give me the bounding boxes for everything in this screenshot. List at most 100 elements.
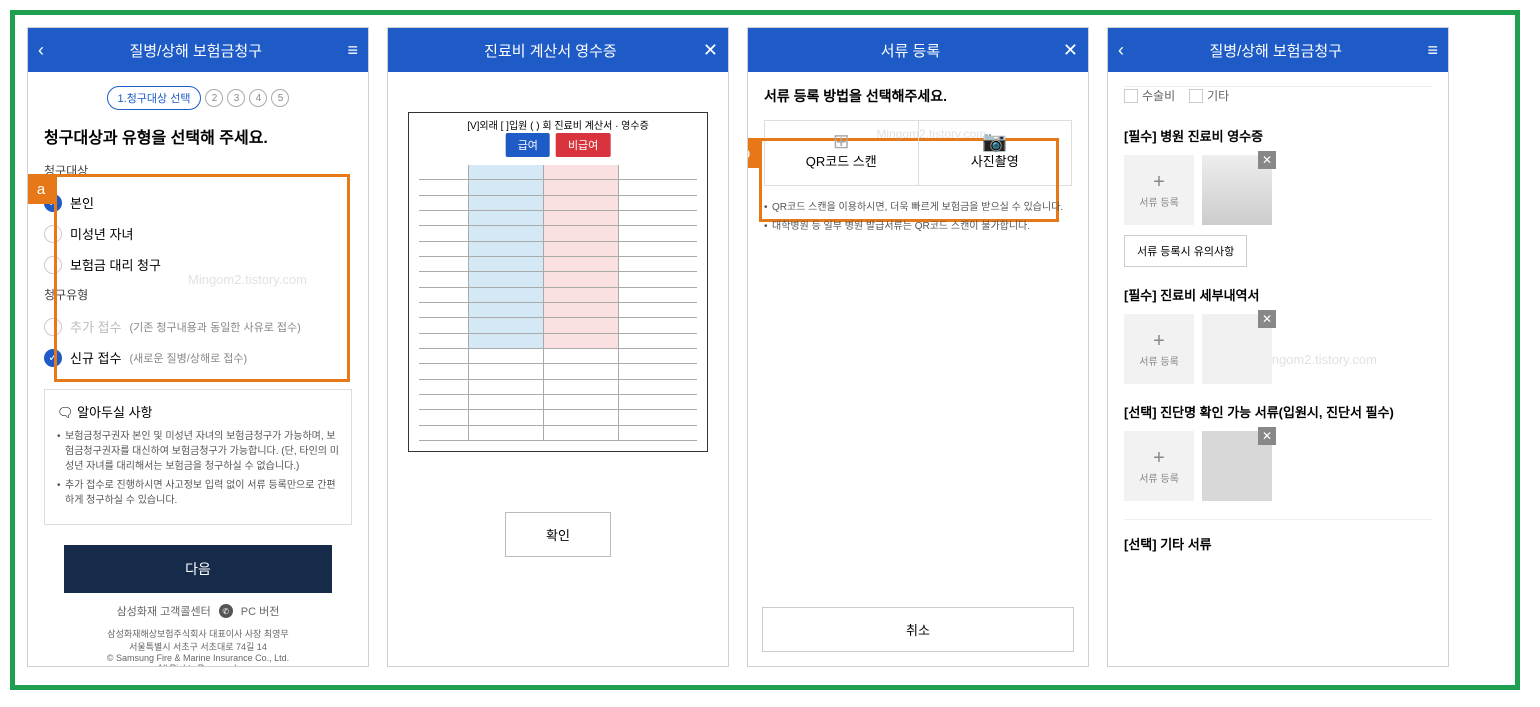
camera-icon: 📷 <box>982 129 1007 154</box>
checkbox-label: 수술비 <box>1142 87 1175 104</box>
section-detail-required: [필수] 진료비 세부내역서 <box>1124 285 1432 304</box>
close-icon[interactable]: ✕ <box>703 40 718 61</box>
note: QR코드 스캔을 이용하시면, 더욱 빠르게 보험금을 받으실 수 있습니다. <box>764 200 1072 216</box>
close-icon[interactable]: ✕ <box>1063 40 1078 61</box>
checkbox-etc[interactable]: 기타 <box>1189 87 1229 104</box>
radio-self[interactable]: 본인 <box>44 187 352 218</box>
footer: 삼성화재 고객콜센터 ✆ PC 버전 삼성화재해상보험주식회사 대표이사 사장 … <box>44 593 352 666</box>
delete-icon[interactable]: ✕ <box>1258 427 1276 445</box>
delete-icon[interactable]: ✕ <box>1258 151 1276 169</box>
info-item: 보험금청구권자 본인 및 미성년 자녀의 보험금청구가 가능하며, 보험금청구권… <box>57 429 339 474</box>
radio-icon-checked <box>44 349 62 367</box>
page-title: 질병/상해 보험금청구 <box>44 40 347 61</box>
titlebar: ‹ 질병/상해 보험금청구 ≡ <box>28 28 368 72</box>
page-title: 진료비 계산서 영수증 <box>398 40 703 61</box>
next-button[interactable]: 다음 <box>64 545 332 593</box>
add-document-button[interactable]: + 서류 등록 <box>1124 431 1194 501</box>
group-label-target: 청구대상 <box>44 162 352 179</box>
info-title: 🗨 알아두실 사항 <box>57 402 339 421</box>
radio-sublabel: (새로운 질병/상해로 접수) <box>129 350 247 366</box>
checkbox-icon <box>1124 89 1138 103</box>
heading: 서류 등록 방법을 선택해주세요. <box>764 86 1072 106</box>
radio-icon <box>44 256 62 274</box>
category-pills: 급여 비급여 <box>506 133 611 157</box>
footer-pc-link[interactable]: PC 버전 <box>241 603 280 619</box>
radio-sublabel: (기존 청구내용과 동일한 사유로 접수) <box>129 319 300 335</box>
menu-icon[interactable]: ≡ <box>1427 40 1438 61</box>
phone-icon: ✆ <box>219 604 233 618</box>
notes-button[interactable]: 서류 등록시 유의사항 <box>1124 235 1247 267</box>
radio-proxy[interactable]: 보험금 대리 청구 <box>44 249 352 280</box>
cancel-button[interactable]: 취소 <box>762 607 1074 652</box>
thumb-row: + 서류 등록 ✕ <box>1124 314 1432 384</box>
footer-line: All Rights Reserved. <box>44 663 352 666</box>
radio-label: 본인 <box>70 193 94 212</box>
radio-new[interactable]: 신규 접수 (새로운 질병/상해로 접수) <box>44 342 352 373</box>
info-item: 추가 접수로 진행하시면 사고정보 입력 없이 서류 등록만으로 간편하게 청구… <box>57 478 339 508</box>
content: 1.청구대상 선택 2 3 4 5 청구대상과 유형을 선택해 주세요. a 청… <box>28 72 368 666</box>
screen-receipt-preview: 진료비 계산서 영수증 ✕ [V]외래 [ ]입원 ( ) 회 진료비 계산서 … <box>387 27 729 667</box>
section-etc-optional: [선택] 기타 서류 <box>1124 519 1432 553</box>
checkbox-row: 수술비 기타 <box>1124 86 1432 108</box>
footer-callcenter[interactable]: 삼성화재 고객콜센터 <box>117 603 211 619</box>
receipt-table <box>419 165 697 441</box>
page-title: 서류 등록 <box>758 40 1063 61</box>
menu-icon[interactable]: ≡ <box>347 40 358 61</box>
step-5: 5 <box>271 89 289 107</box>
radio-label: 보험금 대리 청구 <box>70 255 161 274</box>
step-4: 4 <box>249 89 267 107</box>
pill-covered: 급여 <box>506 133 550 157</box>
document-thumbnail[interactable]: ✕ <box>1202 314 1272 384</box>
heading: 청구대상과 유형을 선택해 주세요. <box>44 124 352 148</box>
section-diagnosis-optional: [선택] 진단명 확인 가능 서류(입원시, 진단서 필수) <box>1124 402 1432 421</box>
checkbox-icon <box>1189 89 1203 103</box>
delete-icon[interactable]: ✕ <box>1258 310 1276 328</box>
checkbox-surgery[interactable]: 수술비 <box>1124 87 1175 104</box>
document-thumbnail[interactable]: ✕ <box>1202 431 1272 501</box>
confirm-button[interactable]: 확인 <box>505 512 611 557</box>
add-label: 서류 등록 <box>1139 194 1179 209</box>
titlebar: 서류 등록 ✕ <box>748 28 1088 72</box>
radio-icon <box>44 225 62 243</box>
radio-icon <box>44 318 62 336</box>
content: 서류 등록 방법을 선택해주세요. b ⊞ Mingom2.tistory.co… <box>748 72 1088 607</box>
info-box: 🗨 알아두실 사항 보험금청구권자 본인 및 미성년 자녀의 보험금청구가 가능… <box>44 389 352 525</box>
titlebar: 진료비 계산서 영수증 ✕ <box>388 28 728 72</box>
screen-claim-type: ‹ 질병/상해 보험금청구 ≡ 1.청구대상 선택 2 3 4 5 청구대상과 … <box>27 27 369 667</box>
add-label: 서류 등록 <box>1139 470 1179 485</box>
option-label: QR코드 스캔 <box>806 154 877 169</box>
radio-label: 신규 접수 <box>70 348 121 367</box>
section-receipt-required: [필수] 병원 진료비 영수증 <box>1124 126 1432 145</box>
receipt-document: [V]외래 [ ]입원 ( ) 회 진료비 계산서 · 영수증 급여 비급여 M… <box>408 112 708 452</box>
instruction-frame: ‹ 질병/상해 보험금청구 ≡ 1.청구대상 선택 2 3 4 5 청구대상과 … <box>10 10 1520 690</box>
option-photo[interactable]: 📷 사진촬영 <box>918 121 1072 185</box>
add-document-button[interactable]: + 서류 등록 <box>1124 314 1194 384</box>
option-qr-scan[interactable]: ⊞ Mingom2.tistory.com QR코드 스캔 <box>765 121 918 185</box>
footer-line: 서울특별시 서초구 서초대로 74길 14 <box>44 640 352 653</box>
group-label-type: 청구유형 <box>44 286 352 303</box>
plus-icon: + <box>1153 330 1165 353</box>
radio-label: 미성년 자녀 <box>70 224 133 243</box>
pill-noncovered: 비급여 <box>556 133 610 157</box>
page-title: 질병/상해 보험금청구 <box>1124 40 1427 61</box>
screen-doc-register: 서류 등록 ✕ 서류 등록 방법을 선택해주세요. b ⊞ Mingom2.ti… <box>747 27 1089 667</box>
callout-badge-b: b <box>748 138 761 168</box>
thumb-row: + 서류 등록 ✕ <box>1124 431 1432 501</box>
receipt-title: [V]외래 [ ]입원 ( ) 회 진료비 계산서 · 영수증 <box>413 117 703 132</box>
document-thumbnail[interactable]: ✕ <box>1202 155 1272 225</box>
radio-minor[interactable]: 미성년 자녀 <box>44 218 352 249</box>
button-row: 확인 <box>388 492 728 577</box>
add-document-button[interactable]: + 서류 등록 <box>1124 155 1194 225</box>
screen-doc-list: ‹ 질병/상해 보험금청구 ≡ 수술비 기타 [필수] 병원 진료비 영수증 +… <box>1107 27 1449 667</box>
callout-badge-a: a <box>28 174 56 204</box>
content: [V]외래 [ ]입원 ( ) 회 진료비 계산서 · 영수증 급여 비급여 M… <box>388 72 728 666</box>
thumb-row: + 서류 등록 ✕ <box>1124 155 1432 225</box>
content: 수술비 기타 [필수] 병원 진료비 영수증 + 서류 등록 ✕ 서류 등록시 … <box>1108 72 1448 666</box>
note: 대학병원 등 일부 병원 발급서류는 QR코드 스캔이 불가합니다. <box>764 219 1072 235</box>
radio-label: 추가 접수 <box>70 317 121 336</box>
plus-icon: + <box>1153 447 1165 470</box>
qr-icon: ⊞ <box>833 129 850 154</box>
radio-additional[interactable]: 추가 접수 (기존 청구내용과 동일한 사유로 접수) <box>44 311 352 342</box>
checkbox-label: 기타 <box>1207 87 1229 104</box>
footer-line: 삼성화재해상보험주식회사 대표이사 사장 최영무 <box>44 627 352 640</box>
